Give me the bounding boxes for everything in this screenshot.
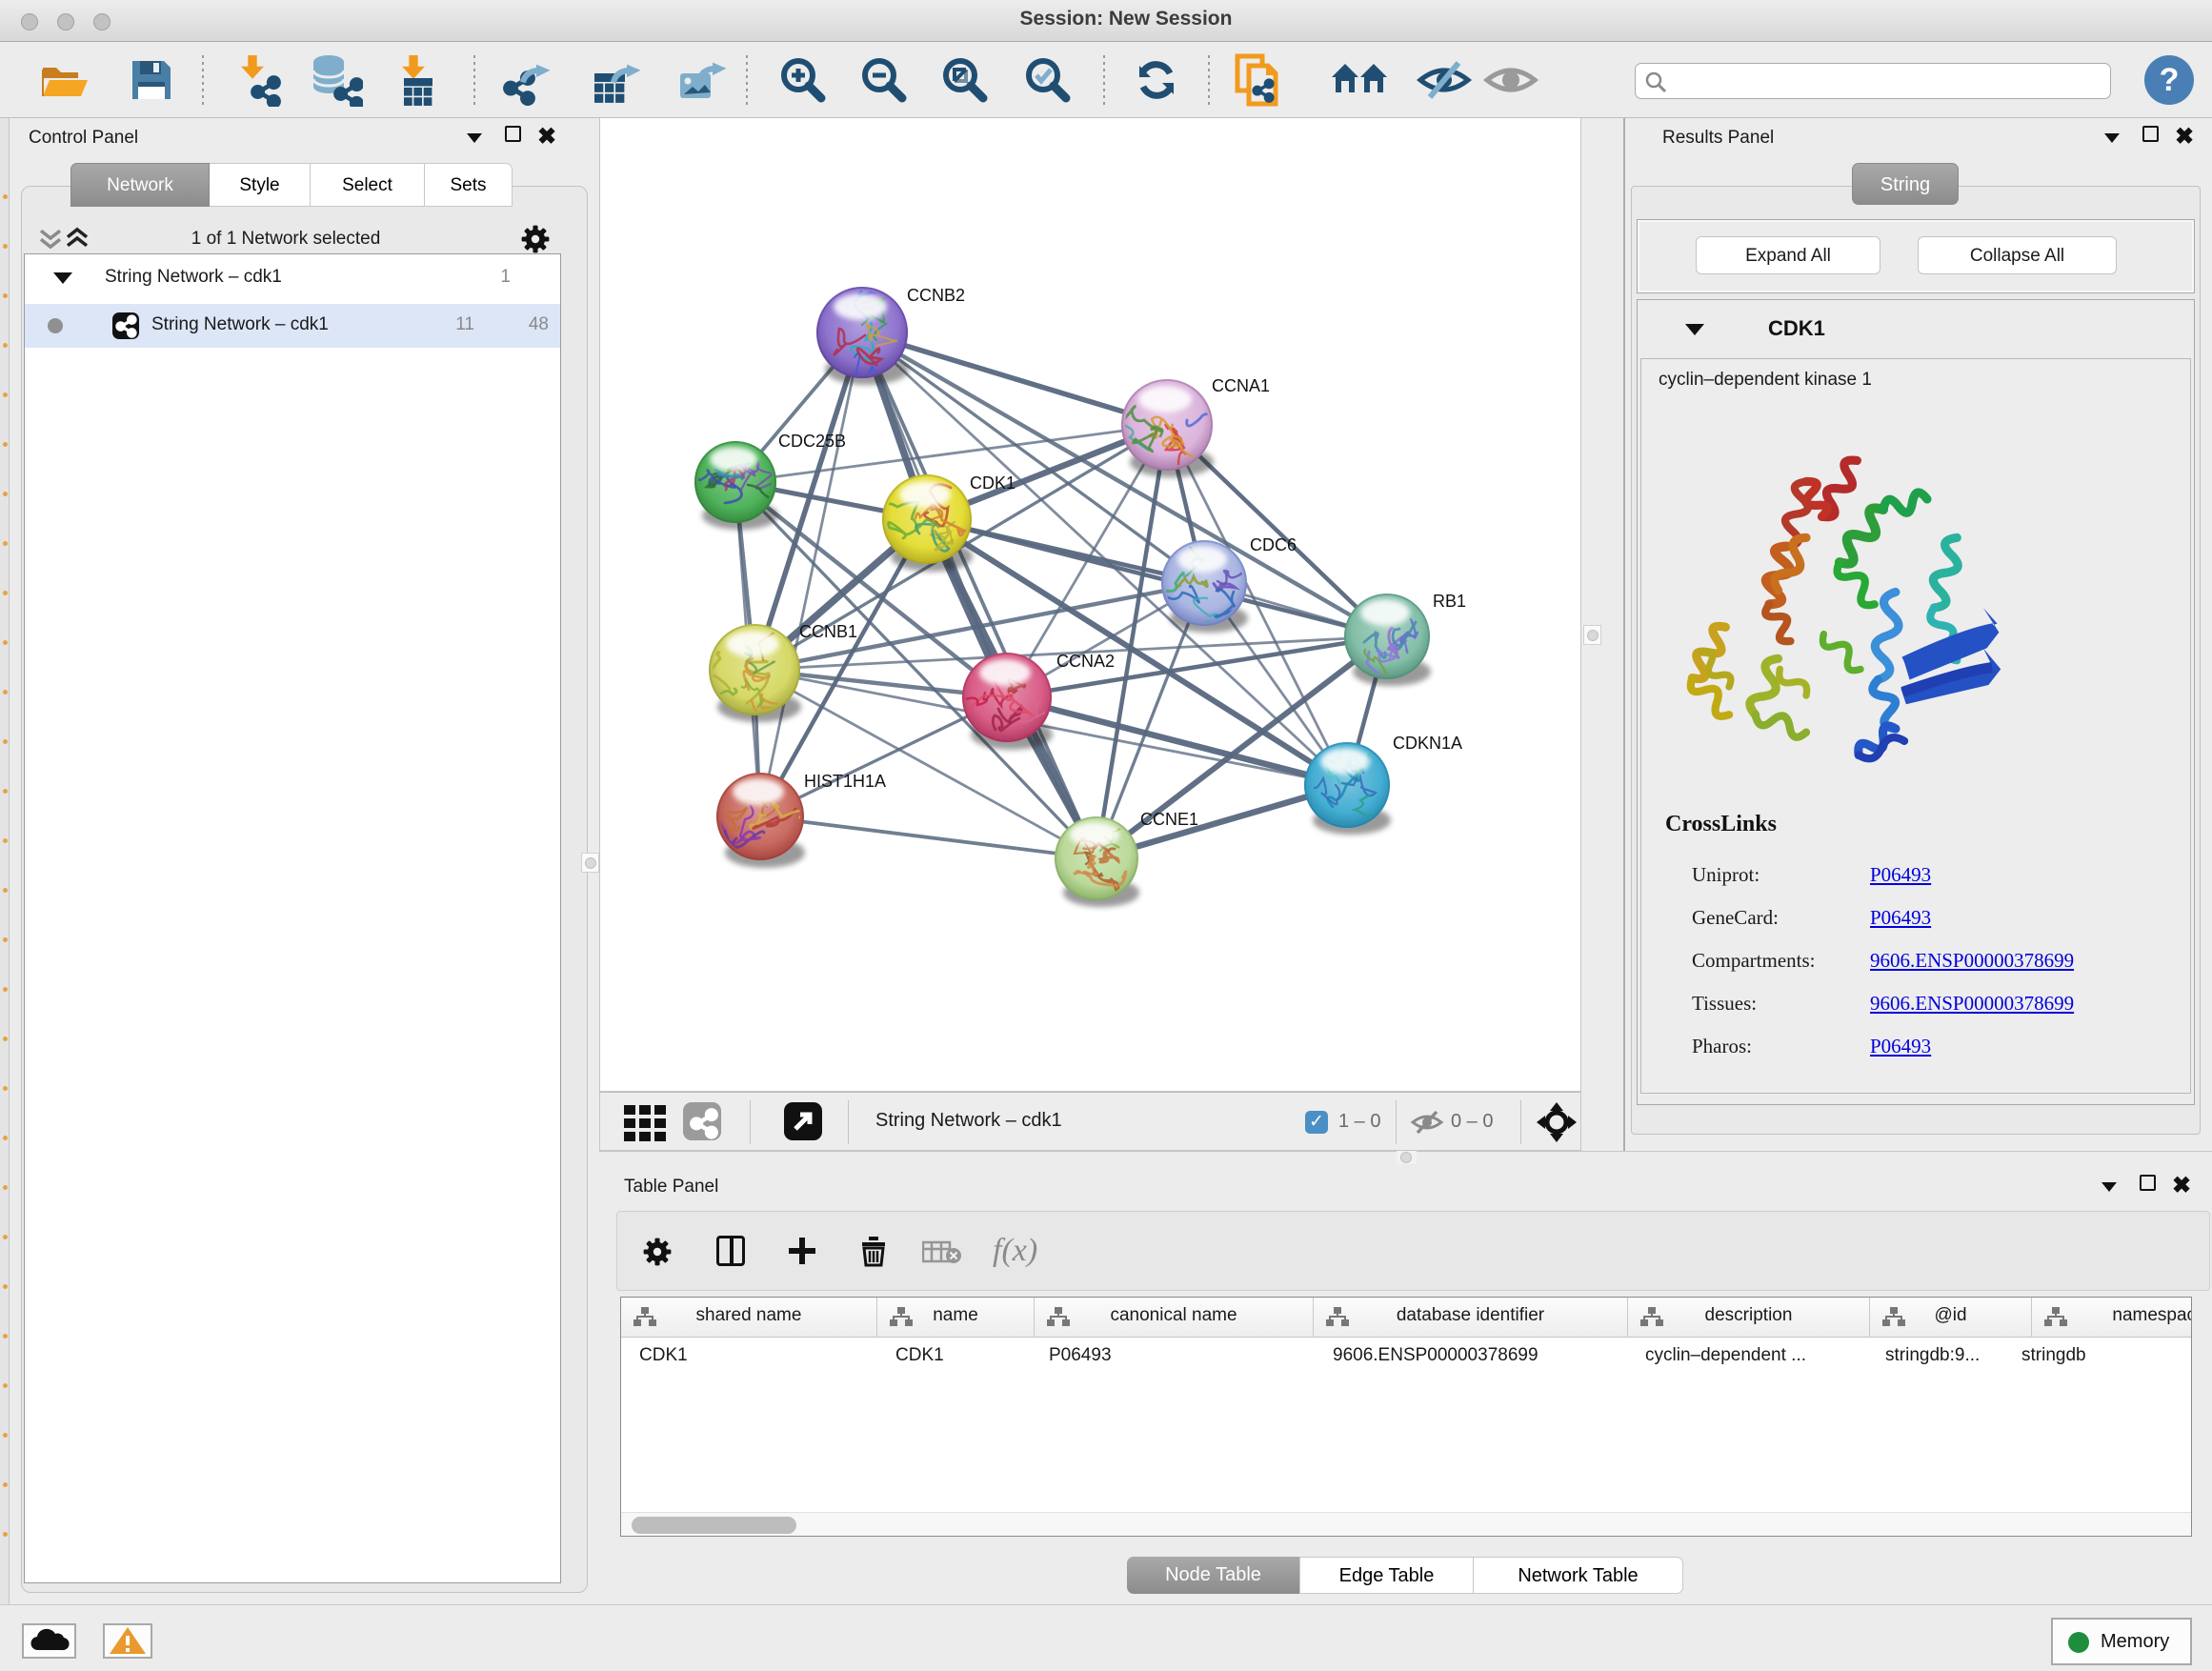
svg-text:CCNE1: CCNE1 [1140, 810, 1198, 829]
svg-text:CDC6: CDC6 [1250, 535, 1297, 554]
svg-text:HIST1H1A: HIST1H1A [804, 772, 886, 791]
svg-text:CCNB2: CCNB2 [907, 286, 965, 305]
svg-text:CCNA2: CCNA2 [1056, 652, 1115, 671]
svg-text:CCNB1: CCNB1 [799, 622, 857, 641]
svg-text:CCNA1: CCNA1 [1212, 376, 1270, 395]
svg-text:CDK1: CDK1 [970, 473, 1016, 493]
svg-text:CDC25B: CDC25B [778, 432, 846, 451]
svg-text:CDKN1A: CDKN1A [1393, 734, 1462, 753]
svg-text:RB1: RB1 [1433, 592, 1466, 611]
